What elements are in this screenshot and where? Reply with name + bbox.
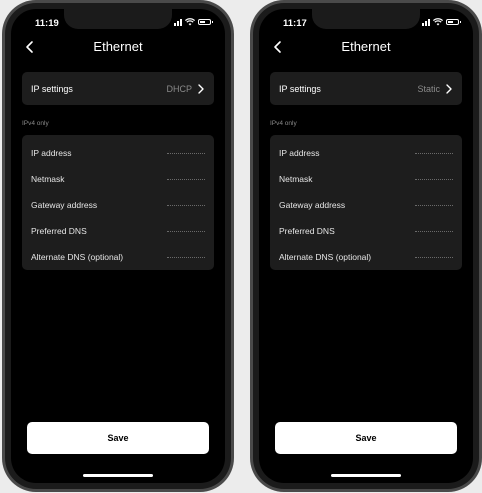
alternate-dns-input[interactable] xyxy=(415,256,453,258)
section-label: IPv4 only xyxy=(22,120,49,127)
netmask-row[interactable]: Netmask xyxy=(279,166,453,192)
alternate-dns-row[interactable]: Alternate DNS (optional) xyxy=(279,244,453,270)
page-title: Ethernet xyxy=(341,39,391,54)
page-title: Ethernet xyxy=(93,39,143,54)
signal-icon xyxy=(422,18,430,26)
wifi-icon xyxy=(185,18,195,26)
battery-icon xyxy=(446,19,461,25)
gateway-input[interactable] xyxy=(415,204,453,206)
ip-address-row[interactable]: IP address xyxy=(31,140,205,166)
status-time: 11:19 xyxy=(35,18,59,29)
ip-settings-value: DHCP xyxy=(166,83,192,94)
alternate-dns-input[interactable] xyxy=(167,256,205,258)
netmask-row[interactable]: Netmask xyxy=(31,166,205,192)
ip-settings-label: IP settings xyxy=(279,83,321,94)
field-label: Alternate DNS (optional) xyxy=(279,252,372,262)
home-indicator xyxy=(83,474,153,477)
ip-settings-row[interactable]: IP settings DHCP xyxy=(22,72,214,105)
gateway-row[interactable]: Gateway address xyxy=(279,192,453,218)
field-label: Netmask xyxy=(31,174,65,184)
battery-icon xyxy=(198,19,213,25)
field-label: Gateway address xyxy=(31,200,98,210)
preferred-dns-input[interactable] xyxy=(415,230,453,232)
netmask-input[interactable] xyxy=(415,178,453,180)
home-indicator xyxy=(331,474,401,477)
ip-settings-value: Static xyxy=(417,83,440,94)
gateway-input[interactable] xyxy=(167,204,205,206)
save-button[interactable]: Save xyxy=(275,422,457,454)
phone-frame-left: 11:19 Ethernet IP settings DHCP IPv4 onl… xyxy=(2,0,234,492)
notch xyxy=(312,9,420,29)
section-label: IPv4 only xyxy=(270,120,297,127)
netmask-input[interactable] xyxy=(167,178,205,180)
chevron-right-icon xyxy=(198,83,204,94)
preferred-dns-input[interactable] xyxy=(167,230,205,232)
signal-icon xyxy=(174,18,182,26)
field-label: Gateway address xyxy=(279,200,346,210)
wifi-icon xyxy=(433,18,443,26)
field-label: Preferred DNS xyxy=(279,226,335,236)
status-icons xyxy=(174,18,213,26)
field-label: IP address xyxy=(279,148,320,158)
status-icons xyxy=(422,18,461,26)
status-time: 11:17 xyxy=(283,18,307,29)
alternate-dns-row[interactable]: Alternate DNS (optional) xyxy=(31,244,205,270)
phone-screen-right: 11:17 Ethernet IP settings Static IPv4 o… xyxy=(259,9,473,483)
ip-address-input[interactable] xyxy=(415,152,453,154)
ip-address-input[interactable] xyxy=(167,152,205,154)
ip-settings-row[interactable]: IP settings Static xyxy=(270,72,462,105)
notch xyxy=(64,9,172,29)
ip-address-row[interactable]: IP address xyxy=(279,140,453,166)
phone-frame-right: 11:17 Ethernet IP settings Static IPv4 o… xyxy=(250,0,482,492)
phone-screen-left: 11:19 Ethernet IP settings DHCP IPv4 onl… xyxy=(11,9,225,483)
field-label: Preferred DNS xyxy=(31,226,87,236)
gateway-row[interactable]: Gateway address xyxy=(31,192,205,218)
ipv4-fields-card: IP address Netmask Gateway address Prefe… xyxy=(22,135,214,270)
field-label: Alternate DNS (optional) xyxy=(31,252,124,262)
preferred-dns-row[interactable]: Preferred DNS xyxy=(31,218,205,244)
ip-settings-value-group: DHCP xyxy=(166,84,205,94)
preferred-dns-row[interactable]: Preferred DNS xyxy=(279,218,453,244)
save-button[interactable]: Save xyxy=(27,422,209,454)
chevron-right-icon xyxy=(446,83,452,94)
field-label: Netmask xyxy=(279,174,313,184)
ipv4-fields-card: IP address Netmask Gateway address Prefe… xyxy=(270,135,462,270)
field-label: IP address xyxy=(31,148,72,158)
ip-settings-label: IP settings xyxy=(31,83,73,94)
ip-settings-value-group: Static xyxy=(417,84,453,94)
